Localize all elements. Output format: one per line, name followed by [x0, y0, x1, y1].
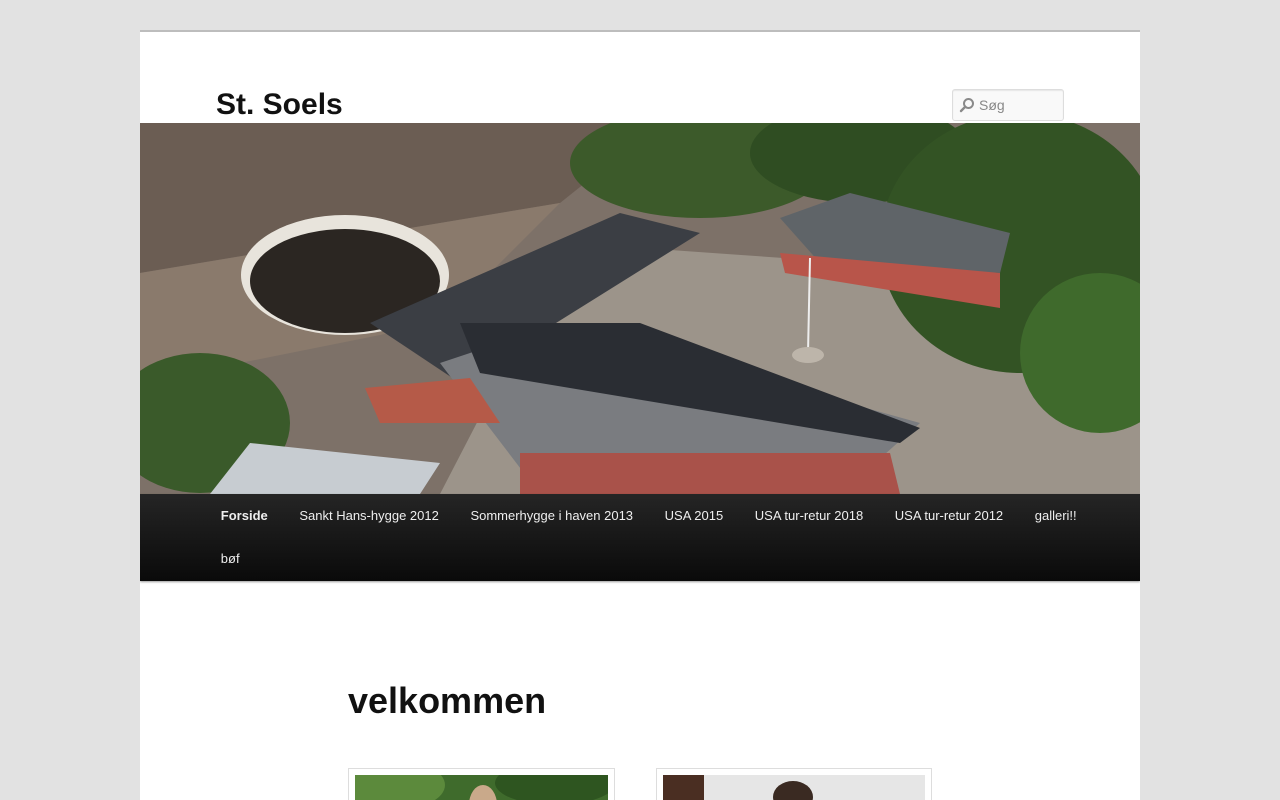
search-icon: [959, 98, 974, 113]
nav-link-sankt-hans[interactable]: Sankt Hans-hygge 2012: [284, 494, 455, 537]
site-title[interactable]: St. Soels: [216, 89, 343, 121]
page-container: St. Soels Søg Forside Sankt Hans-hygge 2…: [140, 30, 1140, 800]
nav-link-bof[interactable]: bøf: [205, 537, 255, 580]
page-title: velkommen: [348, 680, 547, 721]
nav-link-usa-2018[interactable]: USA tur-retur 2018: [739, 494, 879, 537]
nav-item-sankt-hans[interactable]: Sankt Hans-hygge 2012: [284, 494, 455, 537]
nav-link-sommerhygge[interactable]: Sommerhygge i haven 2013: [455, 494, 649, 537]
nav-link-usa-2012[interactable]: USA tur-retur 2012: [879, 494, 1019, 537]
nav-item-usa-2018[interactable]: USA tur-retur 2018: [739, 494, 879, 537]
nav-item-sommerhygge[interactable]: Sommerhygge i haven 2013: [455, 494, 649, 537]
nav-link-galleri[interactable]: galleri!!: [1019, 494, 1093, 537]
header-image[interactable]: [140, 123, 1140, 494]
search-form[interactable]: [952, 89, 1064, 121]
nav-item-forside[interactable]: Forside: [205, 494, 284, 537]
gallery-photo: [663, 775, 925, 800]
gallery-image[interactable]: [348, 768, 615, 800]
nav-item-bof[interactable]: bøf: [205, 537, 255, 580]
nav-item-galleri[interactable]: galleri!!: [1019, 494, 1093, 537]
gallery-photo: [355, 775, 608, 800]
nav-link-usa-2015[interactable]: USA 2015: [649, 494, 739, 537]
nav-link-forside[interactable]: Forside: [205, 494, 284, 537]
gallery-image[interactable]: [656, 768, 932, 800]
nav-item-usa-2015[interactable]: USA 2015: [649, 494, 739, 537]
search-input[interactable]: [979, 90, 1059, 120]
main-navigation: Forside Sankt Hans-hygge 2012 Sommerhygg…: [140, 494, 1140, 581]
nav-item-usa-2012[interactable]: USA tur-retur 2012: [879, 494, 1019, 537]
